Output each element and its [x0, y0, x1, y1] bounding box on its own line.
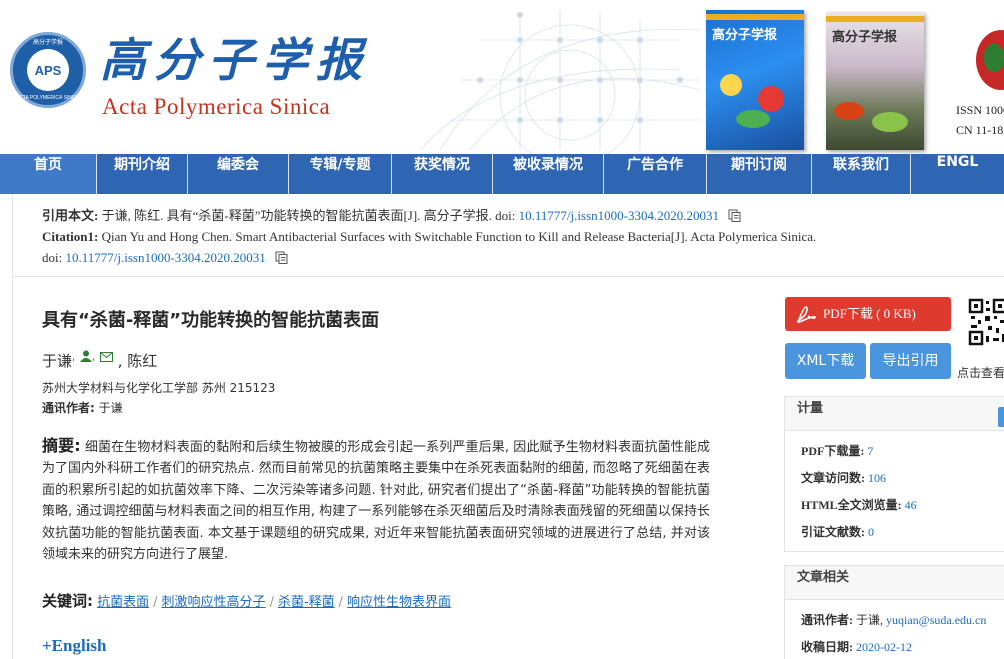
person-icon: [79, 350, 92, 362]
citation-en: Citation1: Qian Yu and Hong Chen. Smart …: [42, 229, 817, 244]
journal-cover-1[interactable]: 高分子学报: [706, 10, 804, 150]
stat-html-views: HTML全文浏览量: 46: [801, 498, 917, 512]
stats-title: 计量: [785, 397, 1004, 431]
brand-english-title[interactable]: Acta Polymerica Sinica: [102, 94, 330, 120]
site-header: 高分子学报 APS ACTA POLYMERICA SINICA 高分子学报 A…: [0, 0, 1004, 154]
stat-pdf-downloads: PDF下载量: 7: [801, 444, 874, 458]
issn-info: ISSN 1000 CN 11-18: [956, 103, 1004, 137]
emblem-icon: [976, 30, 1004, 90]
author-link[interactable]: 于谦: [42, 352, 72, 370]
stats-panel: 计量 PDF下载量: 7 文章访问数: 106 HTML全文浏览量: 46 引证…: [784, 396, 1004, 552]
scroll-handle[interactable]: [998, 407, 1004, 427]
nav-english[interactable]: ENGL: [911, 154, 1004, 194]
email-link[interactable]: yuqian@suda.edu.cn: [886, 613, 986, 627]
nav-advertising[interactable]: 广告合作: [604, 154, 706, 194]
keywords: 关键词: 抗菌表面 / 刺激响应性高分子 / 杀菌-释菌 / 响应性生物表界面: [42, 592, 452, 610]
citation-block: 引用本文: 于谦, 陈红. 具有“杀菌-释菌”功能转换的智能抗菌表面[J]. 高…: [42, 205, 942, 268]
author-list: 于谦, , , 陈红: [42, 350, 158, 370]
aps-logo[interactable]: 高分子学报 APS ACTA POLYMERICA SINICA: [10, 32, 86, 108]
nav-awards[interactable]: 获奖情况: [392, 154, 492, 194]
copy-icon[interactable]: [275, 251, 288, 264]
email-icon[interactable]: [99, 352, 113, 362]
brand-chinese-title[interactable]: 高分子学报: [100, 24, 370, 90]
english-toggle[interactable]: +English: [42, 636, 107, 656]
article-title: 具有“杀菌-释菌”功能转换的智能抗菌表面: [42, 310, 380, 331]
nav-journal-intro[interactable]: 期刊介绍: [97, 154, 187, 194]
keyword-link[interactable]: 刺激响应性高分子: [162, 595, 266, 610]
export-citation-button[interactable]: 导出引用: [870, 343, 951, 379]
corresponding-author: 通讯作者: 于谦: [42, 401, 123, 415]
abstract: 摘要: 细菌在生物材料表面的黏附和后续生物被膜的形成会引起一系列严重后果, 因此…: [42, 436, 710, 563]
pdf-icon: [797, 306, 816, 323]
author-link[interactable]: 陈红: [127, 352, 157, 370]
citation-en-doi-link[interactable]: 10.11777/j.issn1000-3304.2020.20031: [65, 250, 265, 265]
stat-citations: 引证文献数: 0: [801, 525, 874, 539]
citation-cn: 引用本文: 于谦, 陈红. 具有“杀菌-释菌”功能转换的智能抗菌表面[J]. 高…: [42, 205, 942, 226]
network-graphic: [419, 10, 701, 154]
main-nav: 首页 期刊介绍 编委会 专辑/专题 获奖情况 被收录情况 广告合作 期刊订阅 联…: [0, 154, 1004, 194]
citation-cn-doi-link[interactable]: 10.11777/j.issn1000-3304.2020.20031: [519, 208, 719, 223]
nav-subscription[interactable]: 期刊订阅: [707, 154, 811, 194]
related-corr-author: 通讯作者: 于谦, yuqian@suda.edu.cn: [801, 613, 987, 627]
copy-icon[interactable]: [728, 209, 741, 222]
keyword-link[interactable]: 抗菌表面: [97, 595, 149, 610]
logo-aps-text: APS: [34, 63, 62, 78]
nav-contact[interactable]: 联系我们: [812, 154, 910, 194]
keyword-link[interactable]: 响应性生物表界面: [347, 595, 451, 610]
related-received-date: 收稿日期: 2020-02-12: [801, 640, 912, 654]
nav-home[interactable]: 首页: [0, 154, 96, 194]
nav-editorial-board[interactable]: 编委会: [188, 154, 288, 194]
qr-code-icon[interactable]: [968, 298, 1004, 348]
nav-special-issues[interactable]: 专辑/专题: [289, 154, 391, 194]
xml-download-button[interactable]: XML下载: [785, 343, 866, 379]
qr-caption: 点击查看: [957, 366, 1004, 380]
affiliation: 苏州大学材料与化学化工学部 苏州 215123: [42, 381, 276, 395]
keyword-link[interactable]: 杀菌-释菌: [278, 595, 335, 610]
related-panel: 文章相关 通讯作者: 于谦, yuqian@suda.edu.cn 收稿日期: …: [784, 565, 1004, 659]
nav-indexing[interactable]: 被收录情况: [493, 154, 603, 194]
stat-article-views: 文章访问数: 106: [801, 471, 886, 485]
pdf-download-button[interactable]: PDF下载 ( 0 KB): [785, 297, 951, 331]
journal-cover-2[interactable]: 高分子学报: [826, 12, 924, 150]
related-title: 文章相关: [785, 566, 1004, 600]
